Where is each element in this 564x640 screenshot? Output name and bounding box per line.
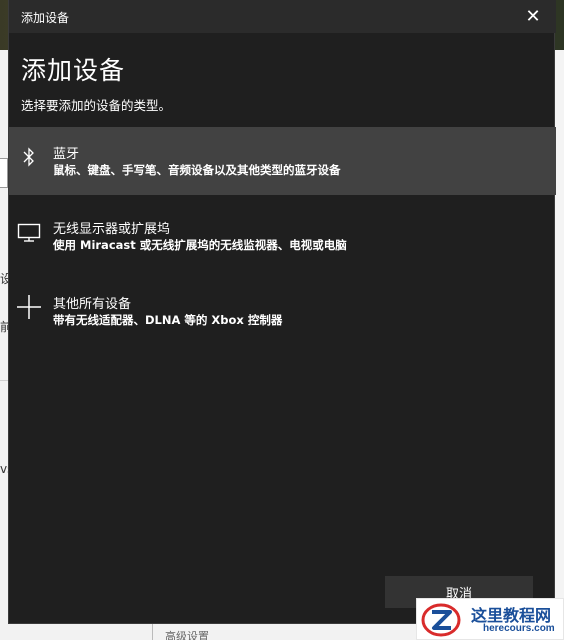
page-subtitle: 选择要添加的设备的类型。 [21, 98, 172, 113]
option-name: 无线显示器或扩展坞 [53, 222, 171, 237]
watermark-url: herecours.com [483, 623, 555, 634]
site-watermark: 这里教程网 herecours.com [416, 598, 564, 640]
bluetooth-icon [15, 143, 43, 171]
option-name: 其他所有设备 [53, 297, 132, 312]
page-title: 添加设备 [21, 56, 126, 85]
option-bluetooth[interactable]: 蓝牙 鼠标、键盘、手写笔、音频设备以及其他类型的蓝牙设备 [9, 127, 556, 195]
background-window-right [555, 50, 564, 640]
add-device-dialog: 添加设备 ✕ 添加设备 选择要添加的设备的类型。 蓝牙 鼠标、键盘、手写笔、音频… [8, 0, 556, 624]
background-text-fragment: 设 [0, 272, 8, 286]
window-title: 添加设备 [21, 11, 70, 25]
watermark-logo-icon [421, 603, 461, 637]
close-icon: ✕ [525, 6, 541, 27]
option-name: 蓝牙 [53, 147, 80, 162]
option-description: 使用 Miracast 或无线扩展坞的无线监视器、电视或电脑 [53, 238, 347, 252]
monitor-icon [15, 218, 43, 246]
plus-icon [15, 293, 43, 321]
title-bar: 添加设备 ✕ [9, 0, 556, 33]
background-text-fragment: 前 [0, 320, 8, 334]
close-button[interactable]: ✕ [510, 0, 556, 33]
background-text-fragment: vs [0, 462, 8, 476]
background-window-left: 设 前 vs [0, 50, 8, 640]
option-wireless-display[interactable]: 无线显示器或扩展坞 使用 Miracast 或无线扩展坞的无线监视器、电视或电脑 [9, 202, 556, 270]
background-text-fragment: 高级设置 [165, 630, 209, 640]
background-divider [152, 624, 153, 640]
background-divider [0, 380, 8, 381]
background-input-fragment [0, 158, 8, 188]
option-description: 带有无线适配器、DLNA 等的 Xbox 控制器 [53, 313, 283, 327]
option-description: 鼠标、键盘、手写笔、音频设备以及其他类型的蓝牙设备 [53, 163, 341, 177]
option-other-devices[interactable]: 其他所有设备 带有无线适配器、DLNA 等的 Xbox 控制器 [9, 277, 556, 345]
